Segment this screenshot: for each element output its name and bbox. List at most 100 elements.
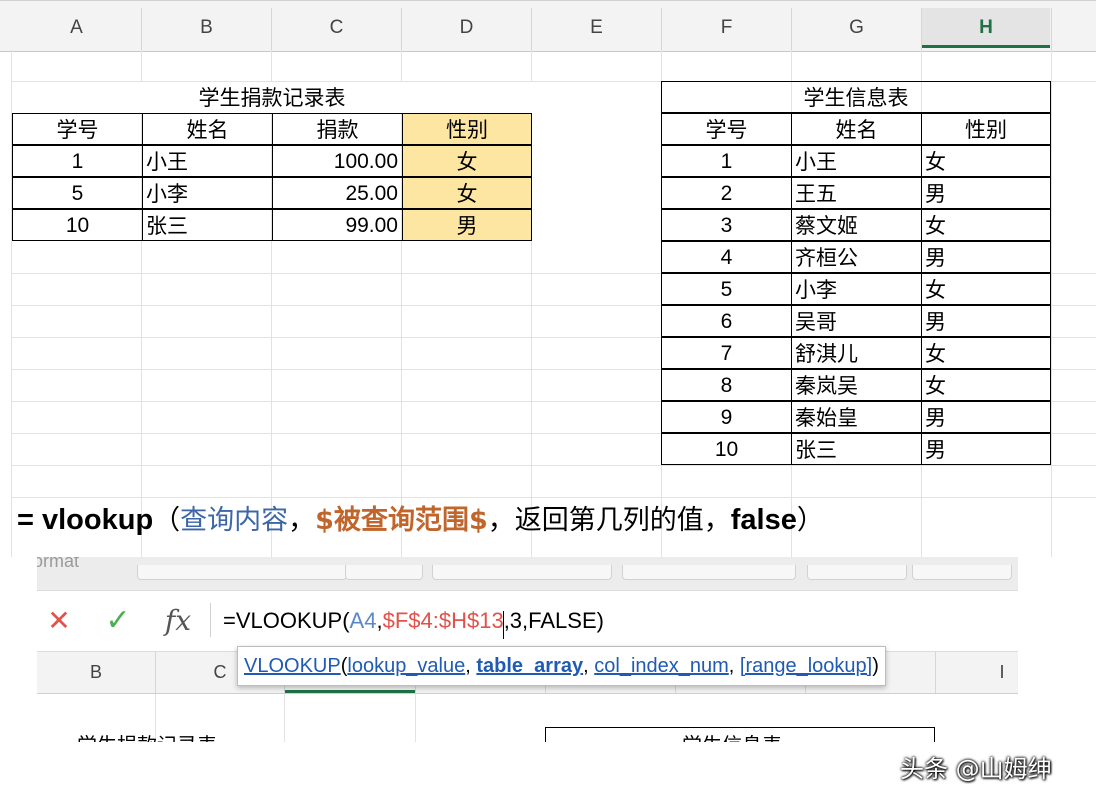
info-header-gender[interactable]: 性别 bbox=[921, 113, 1051, 145]
ribbon-control[interactable] bbox=[622, 565, 796, 580]
donation-header-gender[interactable]: 性别 bbox=[402, 113, 532, 145]
ribbon-control[interactable] bbox=[807, 565, 907, 580]
tooltip-separator: , bbox=[728, 655, 740, 677]
note-false: false bbox=[730, 504, 797, 536]
ribbon-control[interactable] bbox=[137, 565, 347, 580]
donation-cell-gender[interactable]: 男 bbox=[402, 209, 532, 241]
cut-table-title: 学生捐款记录表 bbox=[77, 729, 217, 742]
info-cell-id[interactable]: 3 bbox=[661, 209, 792, 241]
gridline bbox=[12, 497, 1096, 498]
info-cell-gender[interactable]: 男 bbox=[921, 433, 1051, 465]
donation-header-amount[interactable]: 捐款 bbox=[272, 113, 403, 145]
gridline bbox=[1051, 50, 1052, 557]
note-function: = vlookup bbox=[17, 504, 154, 536]
info-cell-gender[interactable]: 男 bbox=[921, 305, 1051, 337]
info-cell-id[interactable]: 1 bbox=[661, 145, 792, 177]
info-cell-name[interactable]: 蔡文姬 bbox=[791, 209, 922, 241]
table-border bbox=[545, 727, 546, 742]
donation-cell-id[interactable]: 1 bbox=[12, 145, 143, 177]
text-cursor bbox=[503, 611, 504, 639]
info-cell-gender[interactable]: 女 bbox=[921, 209, 1051, 241]
watermark: 头条 @山姆绅 bbox=[900, 755, 1052, 783]
formula-function: =VLOOKUP( bbox=[223, 608, 350, 633]
info-cell-name[interactable]: 秦始皇 bbox=[791, 401, 922, 433]
note-range: $被查询范围$ bbox=[315, 505, 488, 536]
info-cell-name[interactable]: 齐桓公 bbox=[791, 241, 922, 273]
ribbon-control[interactable] bbox=[345, 565, 423, 580]
tooltip-function-link[interactable]: VLOOKUP bbox=[244, 655, 341, 677]
donation-cell-name[interactable]: 张三 bbox=[142, 209, 273, 241]
info-cell-id[interactable]: 10 bbox=[661, 433, 792, 465]
divider bbox=[210, 603, 211, 637]
info-cell-gender[interactable]: 女 bbox=[921, 369, 1051, 401]
tooltip-arg-col-index[interactable]: col_index_num bbox=[594, 655, 729, 677]
info-cell-name[interactable]: 吴哥 bbox=[791, 305, 922, 337]
confirm-icon[interactable]: ✓ bbox=[101, 603, 135, 639]
info-cell-id[interactable]: 9 bbox=[661, 401, 792, 433]
gridline bbox=[12, 465, 1096, 466]
gridline bbox=[284, 694, 285, 742]
formula-input[interactable]: =VLOOKUP(A4,$F$4:$H$13,3,FALSE) bbox=[223, 603, 604, 639]
ribbon-control[interactable] bbox=[432, 565, 612, 580]
formula-bar: ✕ ✓ fx =VLOOKUP(A4,$F$4:$H$13,3,FALSE) bbox=[37, 590, 1018, 652]
column-header-c[interactable]: C bbox=[272, 8, 401, 48]
donation-cell-id[interactable]: 5 bbox=[12, 177, 143, 209]
tooltip-close-paren: ) bbox=[872, 655, 879, 677]
donation-cell-gender[interactable]: 女 bbox=[402, 177, 532, 209]
donation-cell-amount[interactable]: 25.00 bbox=[272, 177, 403, 209]
donation-cell-amount[interactable]: 100.00 bbox=[272, 145, 403, 177]
function-wizard-icon[interactable]: fx bbox=[161, 603, 195, 639]
cancel-icon[interactable]: ✕ bbox=[43, 603, 75, 639]
info-cell-id[interactable]: 7 bbox=[661, 337, 792, 369]
info-cell-name[interactable]: 秦岚吴 bbox=[791, 369, 922, 401]
info-header-name[interactable]: 姓名 bbox=[791, 113, 922, 145]
info-cell-id[interactable]: 2 bbox=[661, 177, 792, 209]
info-cell-gender[interactable]: 女 bbox=[921, 145, 1051, 177]
info-cell-gender[interactable]: 女 bbox=[921, 273, 1051, 305]
info-cell-name[interactable]: 舒淇儿 bbox=[791, 337, 922, 369]
donation-cell-id[interactable]: 10 bbox=[12, 209, 143, 241]
info-table-title[interactable]: 学生信息表 bbox=[661, 81, 1051, 113]
info-cell-id[interactable]: 4 bbox=[661, 241, 792, 273]
donation-table-title[interactable]: 学生捐款记录表 bbox=[12, 82, 532, 114]
note-close-paren: ） bbox=[796, 505, 824, 536]
donation-header-id[interactable]: 学号 bbox=[12, 113, 143, 145]
info-cell-gender[interactable]: 男 bbox=[921, 241, 1051, 273]
info-cell-gender[interactable]: 女 bbox=[921, 337, 1051, 369]
column-header-a[interactable]: A bbox=[12, 8, 141, 48]
info-cell-id[interactable]: 8 bbox=[661, 369, 792, 401]
info-cell-name[interactable]: 小李 bbox=[791, 273, 922, 305]
column-header-g[interactable]: G bbox=[792, 8, 921, 48]
vlookup-explanation: = vlookup（查询内容，$被查询范围$，返回第几列的值，false） bbox=[17, 500, 824, 540]
column-header-b[interactable]: B bbox=[37, 651, 155, 693]
tooltip-arg-range-lookup[interactable]: [range_lookup] bbox=[740, 655, 872, 677]
column-header-b[interactable]: B bbox=[142, 8, 271, 48]
tooltip-arg-table-array[interactable]: table_array bbox=[476, 655, 583, 677]
ribbon-control[interactable] bbox=[912, 565, 1012, 580]
info-cell-name[interactable]: 张三 bbox=[791, 433, 922, 465]
tooltip-arg-lookup-value[interactable]: lookup_value bbox=[347, 655, 465, 677]
info-cell-gender[interactable]: 男 bbox=[921, 401, 1051, 433]
donation-cell-name[interactable]: 小李 bbox=[142, 177, 273, 209]
donation-cell-gender[interactable]: 女 bbox=[402, 145, 532, 177]
donation-header-name[interactable]: 姓名 bbox=[142, 113, 273, 145]
note-column: 返回第几列的值， bbox=[514, 505, 731, 536]
info-cell-id[interactable]: 5 bbox=[661, 273, 792, 305]
column-header-h[interactable]: H bbox=[922, 8, 1050, 48]
info-header-id[interactable]: 学号 bbox=[661, 113, 792, 145]
column-header-d[interactable]: D bbox=[402, 8, 531, 48]
column-header-i[interactable]: I bbox=[987, 651, 1017, 693]
active-column-indicator bbox=[285, 690, 415, 693]
gridline bbox=[415, 694, 416, 742]
column-separator bbox=[1051, 8, 1052, 50]
info-cell-name[interactable]: 小王 bbox=[791, 145, 922, 177]
info-cell-gender[interactable]: 男 bbox=[921, 177, 1051, 209]
formula-ref-range: $F$4:$H$13 bbox=[382, 608, 504, 633]
info-cell-name[interactable]: 王五 bbox=[791, 177, 922, 209]
donation-cell-amount[interactable]: 99.00 bbox=[272, 209, 403, 241]
column-header-e[interactable]: E bbox=[532, 8, 661, 48]
info-cell-id[interactable]: 6 bbox=[661, 305, 792, 337]
donation-cell-name[interactable]: 小王 bbox=[142, 145, 273, 177]
column-header-f[interactable]: F bbox=[662, 8, 791, 48]
cut-table-title: 学生信息表 bbox=[682, 729, 782, 742]
